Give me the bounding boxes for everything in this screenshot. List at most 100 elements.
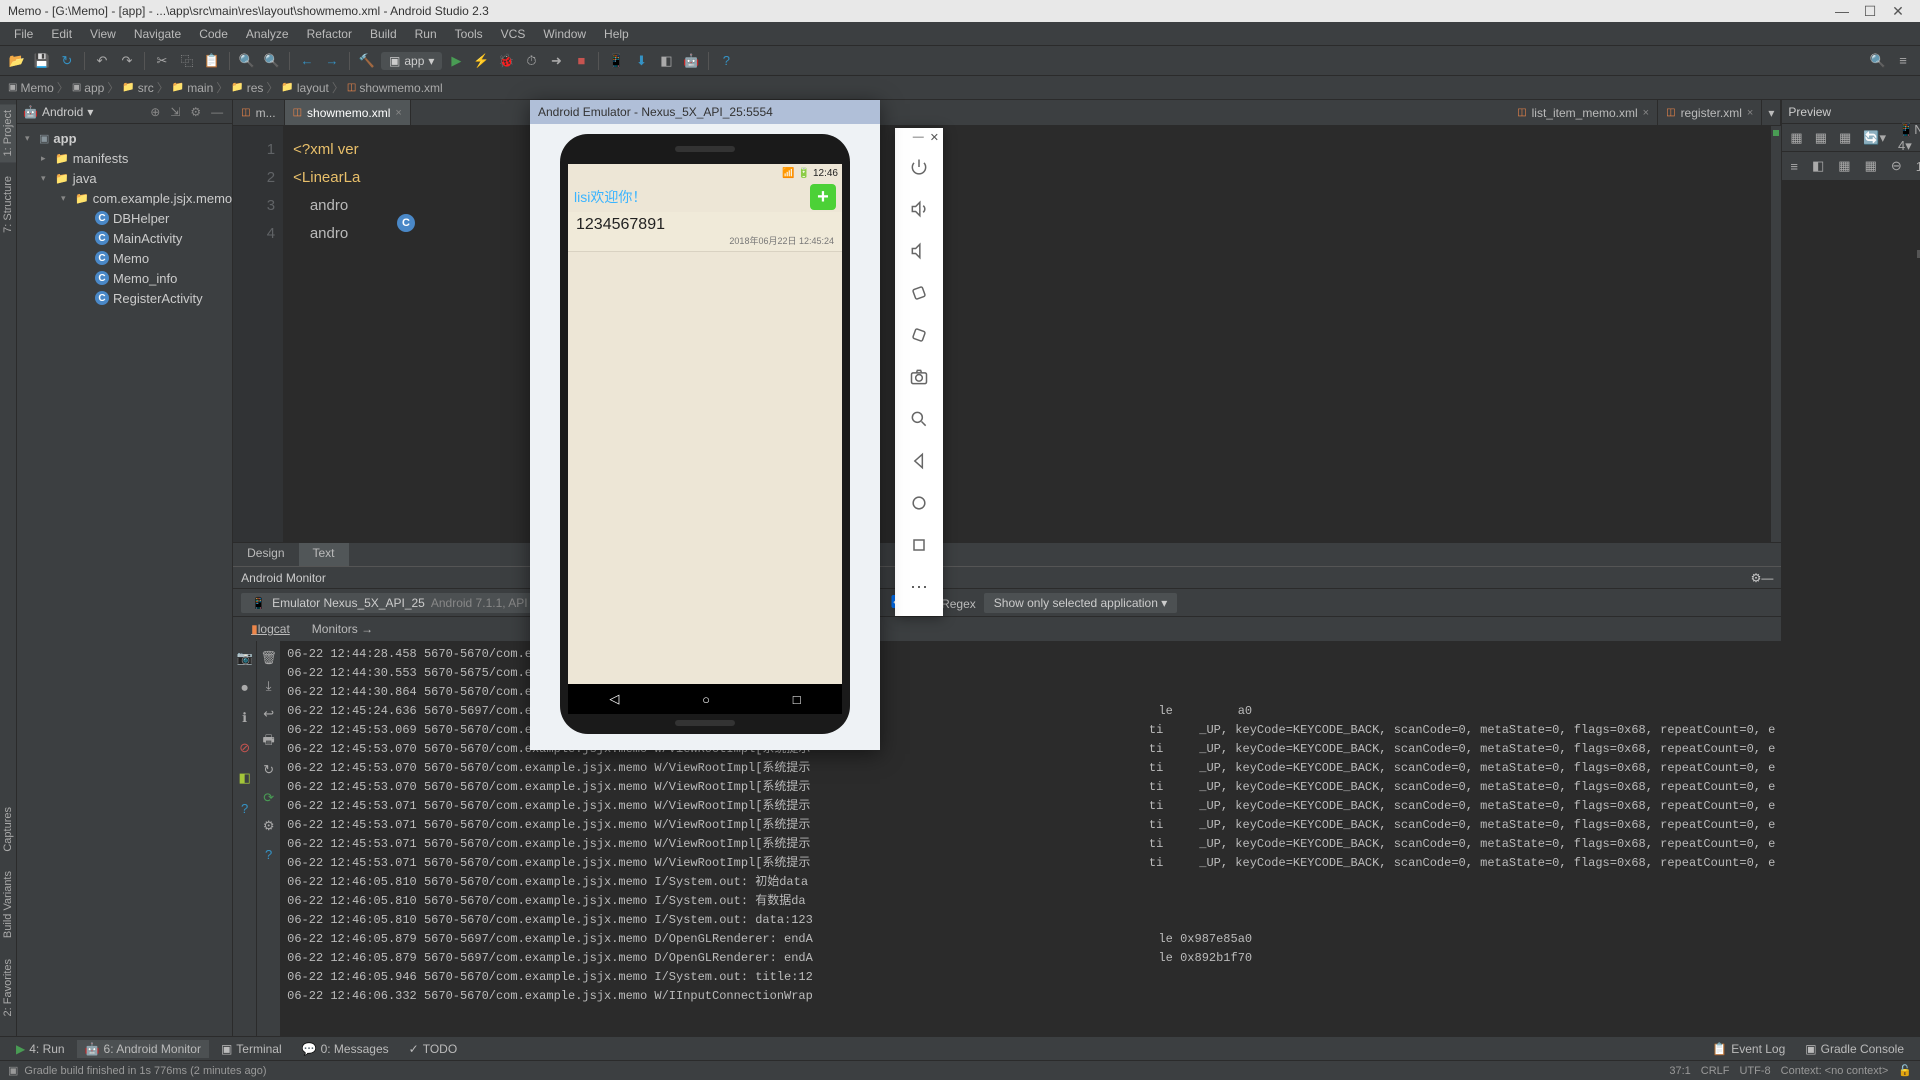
terminate-icon[interactable]: ⊘ xyxy=(234,737,256,759)
close-tab-icon[interactable]: × xyxy=(1747,107,1753,119)
structure-tool-tab[interactable]: 7: Structure xyxy=(0,170,16,239)
gradle-console-tab[interactable]: ▣Gradle Console xyxy=(1797,1040,1912,1058)
scrollbar[interactable] xyxy=(1771,126,1781,542)
profile-icon[interactable]: ⏱ xyxy=(520,50,542,72)
menu-window[interactable]: Window xyxy=(535,25,594,43)
project-structure-icon[interactable]: ≡ xyxy=(1892,50,1914,72)
menu-tools[interactable]: Tools xyxy=(447,25,491,43)
maximize-icon[interactable]: ☐ xyxy=(1856,3,1884,20)
orientation-icon[interactable]: 🔄▾ xyxy=(1859,128,1890,148)
zoom-icon[interactable] xyxy=(895,398,943,440)
restart-icon[interactable]: ↻ xyxy=(258,759,280,781)
context[interactable]: Context: <no context> xyxy=(1781,1065,1889,1077)
add-button[interactable]: + xyxy=(810,184,836,210)
tab-chevron[interactable]: ▾ xyxy=(1762,100,1781,125)
event-log-tab[interactable]: 📋Event Log xyxy=(1704,1040,1793,1058)
print-icon[interactable]: 🖶 xyxy=(258,731,280,753)
tab-trunc[interactable]: ◫m... xyxy=(233,100,284,125)
help-icon[interactable]: ? xyxy=(715,50,737,72)
replace-icon[interactable]: 🔍 xyxy=(261,50,283,72)
home-icon[interactable] xyxy=(895,482,943,524)
stop-icon[interactable]: ■ xyxy=(570,50,592,72)
tree-package[interactable]: ▾📁com.example.jsjx.memo xyxy=(17,188,232,208)
menu-edit[interactable]: Edit xyxy=(43,25,80,43)
copy-icon[interactable]: ⿻ xyxy=(176,50,198,72)
terminal-tab[interactable]: ▣Terminal xyxy=(213,1040,290,1058)
sync-icon[interactable]: ⟳ xyxy=(258,787,280,809)
memo-list-item[interactable]: 1234567891 2018年06月22日 12:45:24 xyxy=(568,212,842,252)
hide-icon[interactable]: — xyxy=(1761,571,1773,585)
back-nav-icon[interactable]: ◁ xyxy=(609,691,619,707)
menu-build[interactable]: Build xyxy=(362,25,405,43)
line-separator[interactable]: CRLF xyxy=(1701,1065,1730,1077)
menu-file[interactable]: File xyxy=(6,25,41,43)
menu-vcs[interactable]: VCS xyxy=(493,25,534,43)
project-tree[interactable]: ▾▣app ▸📁manifests ▾📁java ▾📁com.example.j… xyxy=(17,124,232,312)
captures-tool-tab[interactable]: Captures xyxy=(0,801,16,858)
menu-refactor[interactable]: Refactor xyxy=(299,25,360,43)
device-screen[interactable]: 📶 🔋 12:46 lisi欢迎你！ + 1234567891 2018年06月… xyxy=(568,164,842,714)
make-icon[interactable]: 🔨 xyxy=(356,50,378,72)
minimize-icon[interactable]: — xyxy=(1828,3,1856,19)
cut-icon[interactable]: ✂ xyxy=(151,50,173,72)
tree-registeractivity[interactable]: CRegisterActivity xyxy=(17,288,232,308)
forward-icon[interactable]: → xyxy=(321,50,343,72)
sdk-manager-icon[interactable]: ⬇ xyxy=(630,50,652,72)
log-filter-selector[interactable]: Show only selected application ▾ xyxy=(984,593,1177,613)
android-monitor-tab[interactable]: 🤖6: Android Monitor xyxy=(77,1040,209,1058)
logcat-tab[interactable]: ▮logcat xyxy=(241,619,300,639)
close-icon[interactable]: ✕ xyxy=(1884,3,1912,20)
attach-debugger-icon[interactable]: ➜ xyxy=(545,50,567,72)
more-icon[interactable]: ⋯ xyxy=(895,566,943,608)
home-nav-icon[interactable]: ○ xyxy=(702,692,710,707)
settings-icon[interactable]: ⚙ xyxy=(258,815,280,837)
code-editor[interactable]: 1234 <?xml ver <LinearLa .com/apk/res/an… xyxy=(233,126,1781,542)
layout-inspector-icon[interactable]: ◧ xyxy=(655,50,677,72)
clear-icon[interactable]: 🗑 xyxy=(258,647,280,669)
tree-memo[interactable]: CMemo xyxy=(17,248,232,268)
device-selector[interactable]: 📱 Emulator Nexus_5X_API_25 Android 7.1.1… xyxy=(241,593,566,613)
preview-canvas[interactable] xyxy=(1782,180,1920,1036)
tree-memoinfo[interactable]: CMemo_info xyxy=(17,268,232,288)
hide-icon[interactable]: — xyxy=(208,105,226,119)
avd-manager-icon[interactable]: 📱 xyxy=(605,50,627,72)
scroll-end-icon[interactable]: ⤓ xyxy=(258,675,280,697)
android-icon[interactable]: 🤖 xyxy=(680,50,702,72)
class-gutter-icon[interactable]: C xyxy=(397,214,415,232)
layout-inspector-icon[interactable]: ◧ xyxy=(234,767,256,789)
device-selector[interactable]: 📱Nexus 4▾ xyxy=(1894,120,1920,156)
recents-nav-icon[interactable]: □ xyxy=(793,692,801,707)
tree-dbhelper[interactable]: CDBHelper xyxy=(17,208,232,228)
file-encoding[interactable]: UTF-8 xyxy=(1739,1065,1770,1077)
undo-icon[interactable]: ↶ xyxy=(91,50,113,72)
tree-java[interactable]: ▾📁java xyxy=(17,168,232,188)
overview-icon[interactable] xyxy=(895,524,943,566)
logcat-output[interactable]: 06-22 12:44:28.458 5670-5670/com.example… xyxy=(281,641,1781,1036)
text-tab[interactable]: Text xyxy=(299,543,349,566)
scroll-from-source-icon[interactable]: ⊕ xyxy=(147,105,163,119)
rotate-right-icon[interactable] xyxy=(895,314,943,356)
run-tool-tab[interactable]: ▶4: Run xyxy=(8,1040,73,1058)
status-icon[interactable]: ▣ xyxy=(8,1064,18,1077)
menu-code[interactable]: Code xyxy=(191,25,236,43)
help-icon[interactable]: ? xyxy=(234,797,256,819)
menu-analyze[interactable]: Analyze xyxy=(238,25,297,43)
close-tab-icon[interactable]: × xyxy=(395,107,401,119)
toggle-icon[interactable]: ▦ xyxy=(1834,156,1854,176)
soft-wrap-icon[interactable]: ↩ xyxy=(258,703,280,725)
emulator-titlebar[interactable]: Android Emulator - Nexus_5X_API_25:5554 xyxy=(530,100,880,124)
design-tab[interactable]: Design xyxy=(233,543,298,566)
run-config-selector[interactable]: ▣ app ▾ xyxy=(381,52,442,70)
screen-record-icon[interactable]: ⏺ xyxy=(234,677,256,699)
messages-tab[interactable]: 💬0: Messages xyxy=(294,1040,397,1058)
project-tool-tab[interactable]: 1: Project xyxy=(0,104,16,162)
blueprint-icon[interactable]: ▦ xyxy=(1811,128,1831,148)
open-icon[interactable]: 📂 xyxy=(6,50,28,72)
search-everywhere-icon[interactable]: 🔍 xyxy=(1867,50,1889,72)
menu-navigate[interactable]: Navigate xyxy=(126,25,189,43)
tab-listitem[interactable]: ◫list_item_memo.xml× xyxy=(1509,100,1658,125)
help-icon[interactable]: ? xyxy=(258,843,280,865)
build-variants-tab[interactable]: Build Variants xyxy=(0,865,16,944)
menu-view[interactable]: View xyxy=(82,25,124,43)
tree-app[interactable]: ▾▣app xyxy=(17,128,232,148)
